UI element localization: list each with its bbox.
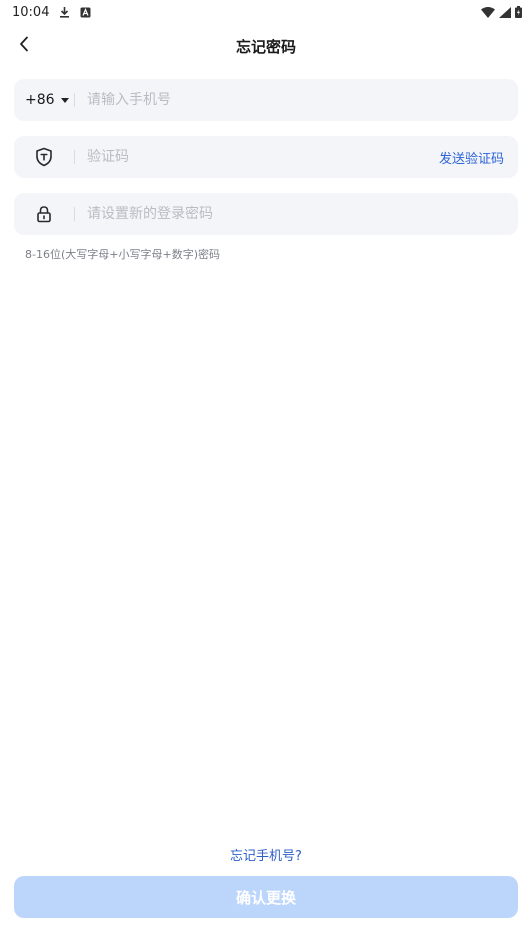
forgot-password-screen: 10:04 忘记密码 +86 请输入手机号 验证码 发送验证码 8-16位(大写… [0,0,532,947]
status-time: 10:04 [12,4,50,20]
back-button[interactable] [10,32,38,60]
send-code-button[interactable]: 发送验证码 [439,148,518,167]
shield-icon [14,136,74,178]
forgot-phone-link[interactable]: 忘记手机号? [0,845,532,864]
country-code-label: +86 [25,92,55,108]
download-icon [59,6,70,18]
status-left: 10:04 [12,5,91,20]
password-hint: 8-16位(大写字母+小写字母+数字)密码 [25,248,220,261]
wifi-icon [481,6,495,18]
status-bar: 10:04 [0,0,532,24]
header: 忘记密码 [0,24,532,68]
phone-field: +86 [14,79,518,121]
country-code-selector[interactable]: +86 [14,79,74,121]
caret-down-icon [60,97,69,103]
verification-code-field: 发送验证码 [14,136,518,178]
battery-icon [515,6,522,18]
signal-icon [499,6,511,18]
new-password-field [14,193,518,235]
lock-icon [14,193,74,235]
new-password-input[interactable] [75,193,518,235]
status-right [481,6,522,18]
confirm-change-button[interactable]: 确认更换 [14,876,518,918]
verification-code-input[interactable] [75,136,439,178]
phone-input[interactable] [75,79,518,121]
notification-a-icon [80,7,91,18]
page-title: 忘记密码 [235,37,296,56]
chevron-left-icon [18,36,30,56]
